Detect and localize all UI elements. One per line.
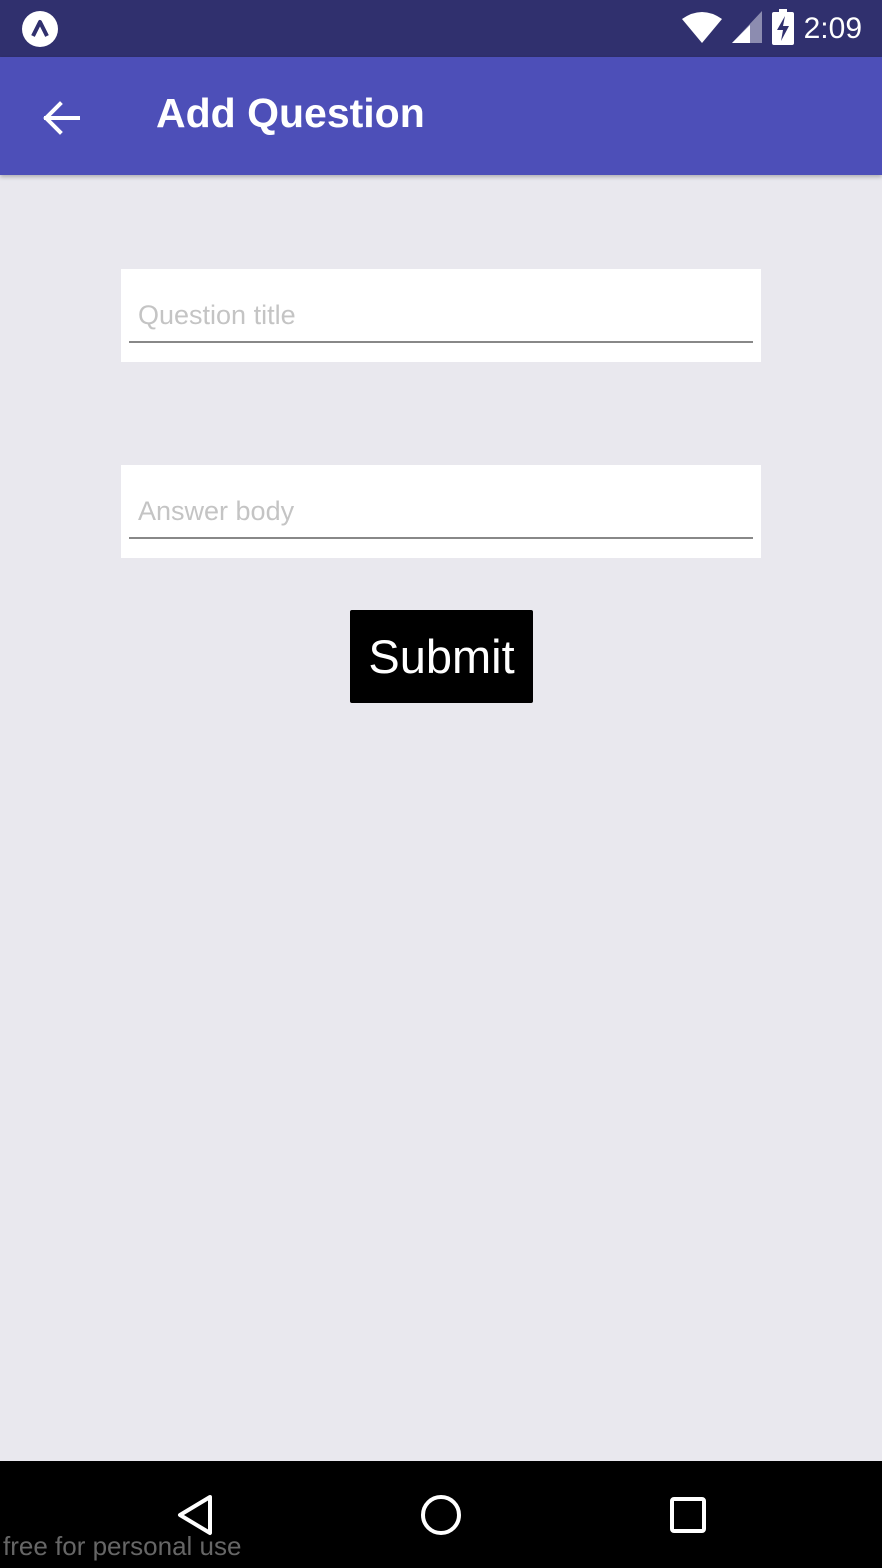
answer-body-input[interactable] xyxy=(129,485,753,539)
status-time: 2:09 xyxy=(803,12,862,45)
question-title-input[interactable] xyxy=(129,289,753,343)
nav-home-button[interactable] xyxy=(411,1485,471,1545)
status-icons: 2:09 xyxy=(681,9,862,49)
battery-charging-icon xyxy=(771,9,794,49)
recents-square-icon xyxy=(670,1497,706,1533)
status-bar: 2:09 xyxy=(0,0,882,57)
wifi-icon xyxy=(681,11,722,47)
answer-body-card xyxy=(121,465,761,558)
app-screen: 2:09 Add Question Submit xyxy=(0,0,882,1568)
app-notification-icon xyxy=(22,11,58,47)
watermark-text: free for personal use xyxy=(3,1531,242,1561)
question-title-card xyxy=(121,269,761,362)
app-bar: Add Question xyxy=(0,57,882,175)
nav-recents-button[interactable] xyxy=(658,1485,718,1545)
submit-button[interactable]: Submit xyxy=(350,610,533,703)
page-title: Add Question xyxy=(156,90,425,136)
home-circle-icon xyxy=(421,1495,461,1535)
back-button[interactable] xyxy=(36,93,86,143)
cell-signal-icon xyxy=(731,11,762,47)
arrow-back-icon xyxy=(43,101,80,135)
